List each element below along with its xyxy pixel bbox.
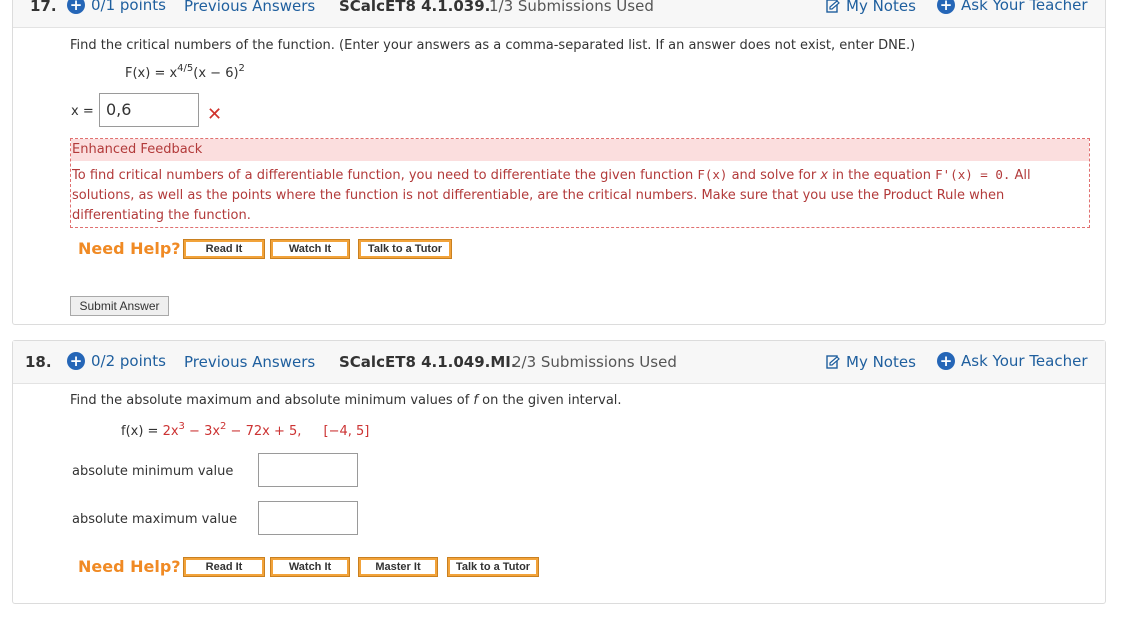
question-prompt: Find the absolute maximum and absolute m… [70, 393, 622, 408]
feedback-text: All [1010, 168, 1031, 183]
function-expression: F(x) = x4/5(x − 6)2 [125, 63, 245, 82]
function-factor: (x − 6) [193, 66, 239, 81]
talk-to-tutor-button[interactable]: Talk to a Tutor [358, 239, 452, 259]
points-link[interactable]: + 0/2 points [67, 352, 166, 370]
note-icon [826, 0, 840, 13]
ask-teacher-label: Ask Your Teacher [961, 352, 1088, 370]
ask-teacher-label: Ask Your Teacher [961, 0, 1088, 14]
feedback-text: and solve for [727, 168, 821, 183]
need-help-label: Need Help? [78, 239, 181, 258]
read-it-button[interactable]: Read It [183, 557, 265, 577]
master-it-button[interactable]: Master It [358, 557, 438, 577]
enhanced-feedback: Enhanced Feedback To find critical numbe… [70, 138, 1090, 228]
function-term: 2x [162, 424, 179, 439]
read-it-button[interactable]: Read It [183, 239, 265, 259]
points-link[interactable]: + 0/1 points [67, 0, 166, 14]
prompt-text: Find the absolute maximum and absolute m… [70, 393, 474, 408]
question-17-header: 17. + 0/1 points Previous Answers SCalcE… [13, 0, 1105, 28]
feedback-text: differentiating the function. [72, 208, 251, 223]
points-label: 0/2 points [91, 352, 166, 370]
function-lhs: f(x) = [121, 424, 163, 439]
feedback-title: Enhanced Feedback [71, 139, 1089, 161]
watch-it-button[interactable]: Watch It [270, 239, 350, 259]
question-number: 17. [30, 0, 57, 15]
exponent: 2 [238, 63, 245, 74]
my-notes-link[interactable]: My Notes [826, 0, 916, 15]
feedback-math: F(x) [697, 167, 728, 182]
feedback-math: x [820, 168, 829, 183]
answer-label: x = [71, 104, 94, 119]
function-term: − 72x + 5, [226, 424, 302, 439]
previous-answers-link[interactable]: Previous Answers [184, 0, 315, 15]
plus-circle-icon: + [67, 352, 85, 370]
previous-answers-link[interactable]: Previous Answers [184, 353, 315, 371]
plus-circle-icon: + [937, 352, 955, 370]
min-value-input[interactable] [258, 453, 358, 487]
my-notes-label: My Notes [846, 353, 916, 371]
plus-circle-icon: + [67, 0, 85, 14]
my-notes-label: My Notes [846, 0, 916, 15]
watch-it-button[interactable]: Watch It [270, 557, 350, 577]
submit-answer-button[interactable]: Submit Answer [70, 296, 169, 316]
interval: [−4, 5] [323, 424, 370, 439]
question-prompt: Find the critical numbers of the functio… [70, 38, 916, 53]
feedback-body: To find critical numbers of a differenti… [72, 165, 1052, 226]
exponent: 4/5 [177, 63, 194, 74]
plus-circle-icon: + [937, 0, 955, 14]
question-number: 18. [25, 353, 52, 371]
my-notes-link[interactable]: My Notes [826, 353, 916, 371]
question-code: SCalcET8 4.1.039. [339, 0, 491, 15]
incorrect-x-icon: ✕ [207, 104, 223, 125]
feedback-math: F'(x) = 0. [935, 167, 1011, 182]
ask-teacher-link[interactable]: + Ask Your Teacher [937, 0, 1088, 14]
feedback-text: in the equation [828, 168, 936, 183]
ask-teacher-link[interactable]: + Ask Your Teacher [937, 352, 1088, 370]
function-lhs: F(x) = x [125, 66, 178, 81]
feedback-text: To find critical numbers of a differenti… [72, 168, 698, 183]
feedback-text: solutions, as well as the points where t… [72, 188, 1005, 203]
points-label: 0/1 points [91, 0, 166, 14]
question-18-header: 18. + 0/2 points Previous Answers SCalcE… [13, 341, 1105, 384]
answer-input[interactable]: 0,6 [99, 93, 199, 127]
max-label: absolute maximum value [72, 512, 238, 527]
need-help-label: Need Help? [78, 557, 181, 576]
function-expression: f(x) = 2x3 − 3x2 − 72x + 5, [−4, 5] [121, 422, 370, 440]
note-icon [826, 354, 840, 369]
submissions-used: 2/3 Submissions Used [512, 353, 677, 371]
min-label: absolute minimum value [72, 464, 234, 479]
function-term: − 3x [184, 424, 221, 439]
submissions-used: 1/3 Submissions Used [489, 0, 654, 15]
question-code: SCalcET8 4.1.049.MI. [339, 353, 517, 371]
prompt-text: on the given interval. [477, 393, 622, 408]
max-value-input[interactable] [258, 501, 358, 535]
talk-to-tutor-button[interactable]: Talk to a Tutor [447, 557, 539, 577]
